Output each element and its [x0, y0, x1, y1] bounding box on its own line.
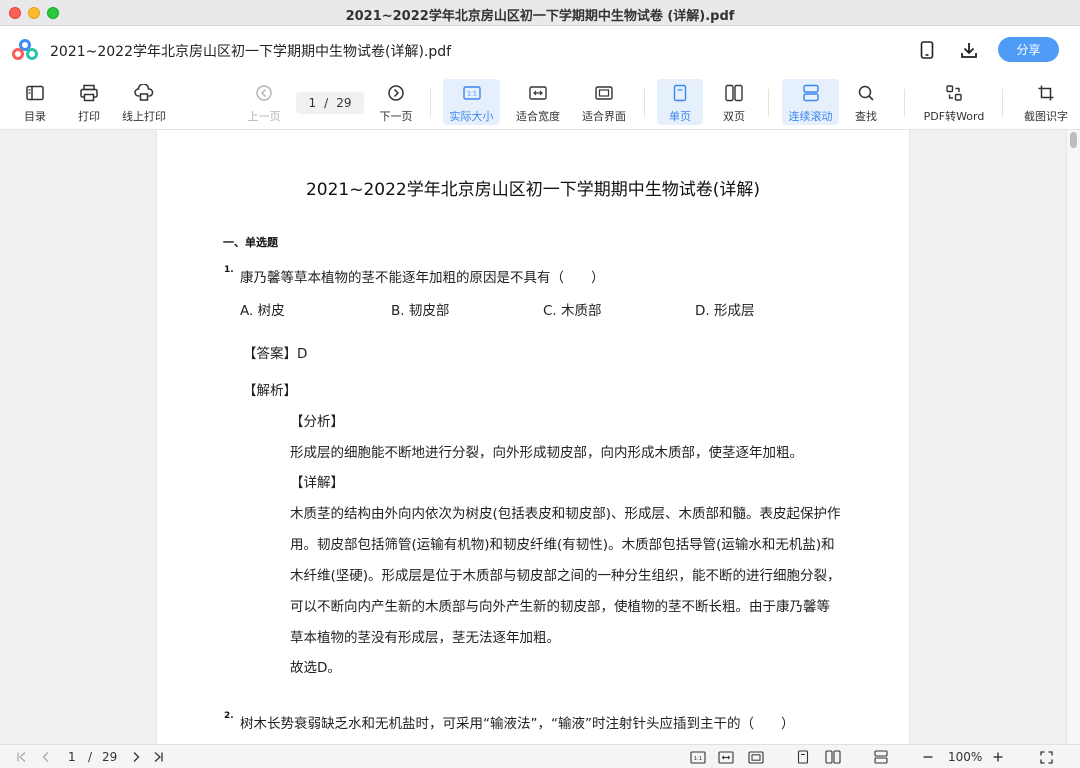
pdf-to-word-button[interactable]: PDF转Word [920, 79, 988, 125]
continuous-scroll-icon [799, 81, 823, 105]
page-number-field[interactable]: 1 / 29 [296, 92, 364, 114]
status-bar: 1 / 29 1:1 100% [0, 744, 1080, 768]
continuous-scroll-small-icon[interactable] [871, 749, 891, 765]
svg-text:1:1: 1:1 [467, 91, 477, 98]
analysis-heading: 【解析】 [243, 383, 297, 399]
first-page-icon[interactable] [14, 749, 30, 765]
question-text: 康乃馨等草本植物的茎不能逐年加粗的原因是不具有（ ） [240, 270, 605, 286]
next-page-button[interactable]: 下一页 [376, 79, 416, 125]
scrollbar-thumb[interactable] [1070, 132, 1077, 148]
xiangjie-line: 木纤维(坚硬)。形成层是位于木质部与韧皮部之间的一种分生组织，能不断的进行细胞分… [290, 568, 841, 584]
document-viewer[interactable]: 2021~2022学年北京房山区初一下学期期中生物试卷(详解) 一、单选题 1.… [0, 130, 1080, 744]
main-toolbar: 目录 打印 线上打印 上一页 1 / 29 下一页 1:1 实际大小 适合宽度 … [0, 74, 1080, 130]
fit-width-small-icon[interactable] [716, 749, 736, 765]
toolbar-divider [644, 89, 645, 117]
cloud-print-icon [132, 81, 156, 105]
option-b: B. 韧皮部 [391, 303, 450, 319]
prev-page-icon[interactable] [38, 749, 54, 765]
double-page-button[interactable]: 双页 [714, 79, 754, 125]
app-header: 2021~2022学年北京房山区初一下学期期中生物试卷(详解).pdf 分享 [0, 26, 1080, 74]
phone-icon[interactable] [916, 39, 938, 61]
total-pages: 29 [336, 96, 352, 110]
fit-width-button[interactable]: 适合宽度 [512, 79, 564, 125]
actual-size-small-icon[interactable]: 1:1 [688, 749, 708, 765]
pdf-page: 2021~2022学年北京房山区初一下学期期中生物试卷(详解) 一、单选题 1.… [156, 130, 910, 744]
xiangjie-line: 草本植物的茎没有形成层，茎无法逐年加粗。 [290, 630, 560, 646]
double-page-small-icon[interactable] [823, 749, 843, 765]
zoom-out-icon[interactable] [920, 749, 936, 765]
fit-page-small-icon[interactable] [746, 749, 766, 765]
online-print-button[interactable]: 线上打印 [118, 79, 170, 125]
option-d: D. 形成层 [695, 303, 755, 319]
download-icon[interactable] [958, 39, 980, 61]
double-page-icon [722, 81, 746, 105]
xiangjie-heading: 【详解】 [290, 475, 344, 491]
convert-icon [942, 81, 966, 105]
zoom-level[interactable]: 100% [948, 750, 982, 764]
question-number: 2. [224, 711, 234, 721]
option-c: C. 木质部 [543, 303, 602, 319]
status-total-pages: 29 [102, 750, 118, 764]
section-heading: 一、单选题 [223, 236, 278, 249]
answer-line: 【答案】D [243, 346, 308, 362]
fenxi-heading: 【分析】 [290, 414, 344, 430]
actual-size-button[interactable]: 1:1 实际大小 [443, 79, 500, 125]
toolbar-divider [904, 89, 905, 117]
document-title: 2021~2022学年北京房山区初一下学期期中生物试卷(详解).pdf [50, 44, 452, 60]
fit-width-icon [526, 81, 550, 105]
current-page-input[interactable]: 1 [309, 96, 317, 110]
toc-button[interactable]: 目录 [20, 79, 50, 125]
search-icon [854, 81, 878, 105]
single-page-button[interactable]: 单页 [657, 79, 703, 125]
last-page-icon[interactable] [150, 749, 166, 765]
question-text: 树木长势衰弱缺乏水和无机盐时，可采用“输液法”，“输液”时注射针头应插到主干的（… [240, 716, 795, 732]
single-page-small-icon[interactable] [794, 749, 812, 765]
fullscreen-icon[interactable] [1038, 749, 1054, 765]
crop-icon [1034, 81, 1058, 105]
continuous-scroll-button[interactable]: 连续滚动 [782, 79, 839, 125]
next-page-icon[interactable] [128, 749, 144, 765]
xiangjie-line: 故选D。 [290, 660, 341, 676]
fit-page-button[interactable]: 适合界面 [578, 79, 630, 125]
toc-icon [23, 81, 47, 105]
toolbar-divider [768, 89, 769, 117]
xiangjie-line: 木质茎的结构由外向内依次为树皮(包括表皮和韧皮部)、形成层、木质部和髓。表皮起保… [290, 506, 841, 522]
chevron-right-circle-icon [384, 81, 408, 105]
fit-page-icon [592, 81, 616, 105]
xiangjie-line: 可以不断向内产生新的木质部与向外产生新的韧皮部，使植物的茎不断长粗。由于康乃馨等 [290, 599, 830, 615]
status-current-page[interactable]: 1 [68, 750, 76, 764]
svg-text:1:1: 1:1 [694, 756, 703, 762]
vertical-scrollbar[interactable] [1066, 130, 1080, 744]
question-number: 1. [224, 265, 234, 275]
fenxi-text: 形成层的细胞能不断地进行分裂，向外形成韧皮部，向内形成木质部，使茎逐年加粗。 [290, 445, 803, 461]
zoom-in-icon[interactable] [990, 749, 1006, 765]
single-page-icon [668, 81, 692, 105]
paper-title: 2021~2022学年北京房山区初一下学期期中生物试卷(详解) [305, 180, 761, 200]
ocr-screenshot-button[interactable]: 截图识字 [1018, 79, 1074, 125]
prev-page-button[interactable]: 上一页 [244, 79, 284, 125]
window-titlebar: 2021~2022学年北京房山区初一下学期期中生物试卷 (详解).pdf [0, 0, 1080, 26]
xiangjie-line: 用。韧皮部包括筛管(运输有机物)和韧皮纤维(有韧性)。木质部包括导管(运输水和无… [290, 537, 835, 553]
actual-size-icon: 1:1 [460, 81, 484, 105]
toolbar-divider [430, 89, 431, 117]
option-a: A. 树皮 [240, 303, 285, 319]
window-title: 2021~2022学年北京房山区初一下学期期中生物试卷 (详解).pdf [345, 9, 735, 24]
toolbar-divider [1002, 89, 1003, 117]
app-logo-icon [12, 39, 38, 61]
share-button[interactable]: 分享 [998, 37, 1059, 62]
find-button[interactable]: 查找 [846, 79, 886, 125]
print-button[interactable]: 打印 [74, 79, 104, 125]
printer-icon [77, 81, 101, 105]
chevron-left-circle-icon [252, 81, 276, 105]
